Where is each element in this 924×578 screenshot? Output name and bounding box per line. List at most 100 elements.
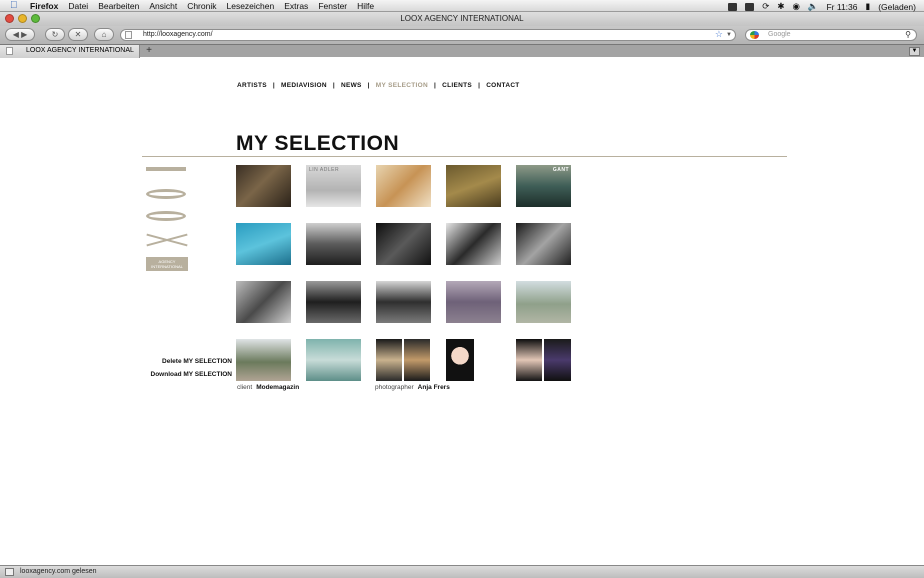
thumbnail[interactable] <box>516 281 571 323</box>
battery-icon[interactable]: ▮ <box>866 1 871 12</box>
nav-separator: | <box>332 82 335 89</box>
nav-separator: | <box>478 82 481 89</box>
wifi-icon[interactable]: ◉ <box>792 1 799 12</box>
menu-app[interactable]: Firefox <box>30 1 58 11</box>
navigation-toolbar: ◀ ▶ ↻ ✕ ⌂ http://looxagency.com/ ☆ ▼ Goo… <box>0 26 924 44</box>
caption-key: photographer <box>375 384 414 391</box>
thumbnail[interactable] <box>306 281 361 323</box>
nav-separator: | <box>367 82 370 89</box>
status-text: looxagency.com gelesen <box>20 568 97 575</box>
thumbnail[interactable]: GANT <box>516 165 571 207</box>
nav-artists[interactable]: ARTISTS <box>237 82 267 89</box>
photographer-caption: photographer Anja Frers <box>375 384 450 391</box>
thumbnail[interactable] <box>544 339 571 381</box>
nav-separator: | <box>272 82 276 89</box>
thumbnail[interactable] <box>376 339 402 381</box>
battery-status[interactable]: (Geladen) <box>878 2 916 12</box>
menu-datei[interactable]: Datei <box>68 1 88 11</box>
sync-icon[interactable]: ⟳ <box>762 1 769 12</box>
menu-bearbeiten[interactable]: Bearbeiten <box>98 1 139 11</box>
thumbnail-text: GANT <box>552 167 569 173</box>
tab-list-button[interactable]: ▼ <box>909 47 920 56</box>
reload-button[interactable]: ↻ <box>45 28 65 41</box>
menubar-menus: Firefox Datei Bearbeiten Ansicht Chronik… <box>30 1 374 11</box>
thumbnail[interactable] <box>376 223 431 265</box>
menu-ansicht[interactable]: Ansicht <box>149 1 177 11</box>
caption-key: client <box>237 384 253 391</box>
display-icon[interactable] <box>728 2 738 11</box>
menubar-status: ⟳ ✱ ◉ 🔈 Fr 11:36 ▮ (Geladen) <box>728 1 916 12</box>
logo-badge: AGENCY INTERNATIONAL <box>146 257 188 271</box>
stop-icon: ✕ <box>74 30 82 39</box>
page-icon <box>125 31 132 39</box>
download-selection-link[interactable]: Download MY SELECTION <box>140 368 233 381</box>
nav-news[interactable]: NEWS <box>341 82 362 89</box>
thumbnail[interactable] <box>236 165 291 207</box>
google-icon[interactable] <box>750 31 759 39</box>
thumbnail[interactable] <box>516 339 542 381</box>
thumbnail[interactable] <box>516 223 571 265</box>
thumbnail[interactable] <box>446 165 501 207</box>
thumbnail[interactable]: LIN ADLER <box>306 165 361 207</box>
thumbnail[interactable] <box>376 165 431 207</box>
home-button[interactable]: ⌂ <box>94 28 114 41</box>
menu-fenster[interactable]: Fenster <box>318 1 347 11</box>
logo-letter-l <box>146 167 186 171</box>
volume-icon[interactable]: 🔈 <box>808 1 819 12</box>
thumbnail[interactable] <box>404 339 430 381</box>
nav-mediavision[interactable]: MEDIAVISION <box>281 82 327 89</box>
back-arrow-icon[interactable]: ◀ <box>13 30 19 39</box>
window-titlebar[interactable]: LOOX AGENCY INTERNATIONAL <box>0 12 924 26</box>
back-forward-buttons[interactable]: ◀ ▶ <box>5 28 35 41</box>
bluetooth-icon[interactable]: ✱ <box>777 1 784 12</box>
thumbnail[interactable] <box>446 281 501 323</box>
nav-contact[interactable]: CONTACT <box>486 82 519 89</box>
new-tab-button[interactable]: + <box>142 46 156 56</box>
site-nav: ARTISTS | MEDIAVISION | NEWS | MY SELECT… <box>237 82 520 89</box>
menu-hilfe[interactable]: Hilfe <box>357 1 374 11</box>
tab-page-icon <box>6 47 13 55</box>
menubar:  Firefox Datei Bearbeiten Ansicht Chron… <box>0 0 924 12</box>
bookmark-star-icon[interactable]: ☆ <box>715 29 723 39</box>
stop-button[interactable]: ✕ <box>68 28 88 41</box>
time-machine-icon[interactable] <box>745 2 755 11</box>
thumbnail[interactable] <box>446 339 474 381</box>
logo-letter-o <box>146 211 186 221</box>
clock[interactable]: Fr 11:36 <box>826 2 857 12</box>
menu-extras[interactable]: Extras <box>284 1 308 11</box>
page-title: MY SELECTION <box>236 132 400 155</box>
selection-actions: Delete MY SELECTION Download MY SELECTIO… <box>140 355 233 381</box>
thumbnail[interactable] <box>306 223 361 265</box>
apple-icon[interactable]:  <box>10 0 18 11</box>
nav-clients[interactable]: CLIENTS <box>442 82 472 89</box>
delete-selection-link[interactable]: Delete MY SELECTION <box>140 355 232 368</box>
loox-logo[interactable]: AGENCY INTERNATIONAL <box>146 167 188 271</box>
status-bar: looxagency.com gelesen <box>0 565 924 578</box>
menu-chronik[interactable]: Chronik <box>187 1 216 11</box>
reload-icon: ↻ <box>51 30 59 39</box>
url-text[interactable]: http://looxagency.com/ <box>143 30 213 40</box>
thumbnail[interactable] <box>236 223 291 265</box>
tab-label[interactable]: LOOX AGENCY INTERNATIONAL <box>26 45 134 57</box>
caption-value[interactable]: Anja Frers <box>418 384 450 391</box>
search-bar[interactable]: Google ⚲ <box>745 29 917 41</box>
thumbnail[interactable] <box>236 281 291 323</box>
nav-my-selection[interactable]: MY SELECTION <box>376 82 428 89</box>
window-title: LOOX AGENCY INTERNATIONAL <box>400 14 524 23</box>
thumbnail[interactable] <box>306 339 361 381</box>
thumbnail[interactable] <box>236 339 291 381</box>
tab-looxagency[interactable]: LOOX AGENCY INTERNATIONAL <box>0 45 140 58</box>
home-icon: ⌂ <box>101 30 107 39</box>
search-placeholder[interactable]: Google <box>768 30 791 40</box>
search-icon[interactable]: ⚲ <box>905 30 911 40</box>
thumbnail[interactable] <box>446 223 501 265</box>
url-bar[interactable]: http://looxagency.com/ ☆ ▼ <box>120 29 736 41</box>
thumbnail[interactable] <box>376 281 431 323</box>
caption-value[interactable]: Modemagazin <box>256 384 299 391</box>
url-dropdown-icon[interactable]: ▼ <box>726 30 732 40</box>
forward-arrow-icon[interactable]: ▶ <box>21 30 27 39</box>
menu-lesezeichen[interactable]: Lesezeichen <box>226 1 274 11</box>
page-content: ARTISTS | MEDIAVISION | NEWS | MY SELECT… <box>0 70 924 565</box>
thumbnail-text: LIN ADLER <box>309 167 340 173</box>
selection-grid: LIN ADLER GANT <box>236 165 576 395</box>
